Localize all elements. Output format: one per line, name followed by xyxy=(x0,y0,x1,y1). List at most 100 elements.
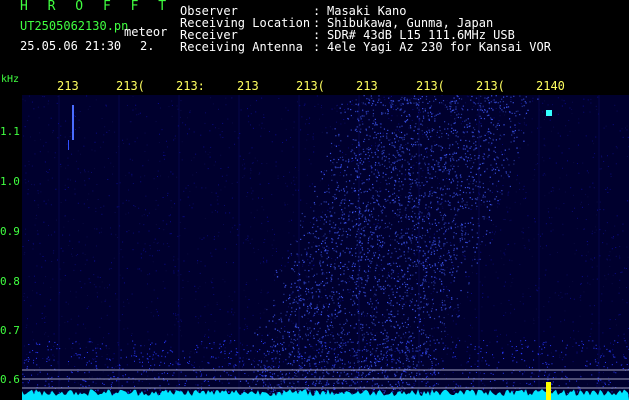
noise-dot xyxy=(566,293,568,295)
signal-dot xyxy=(352,270,354,272)
noise-dot xyxy=(380,356,382,358)
signal-dot xyxy=(383,149,385,152)
signal-dot xyxy=(462,191,465,193)
noise-dot xyxy=(605,125,607,127)
signal-dot xyxy=(460,185,462,187)
noise-dot xyxy=(264,238,266,240)
signal-dot xyxy=(292,291,294,293)
noise-dot xyxy=(195,384,197,386)
antenna-value: 4ele Yagi Az 230 for Kansai VOR xyxy=(327,40,551,54)
signal-dot xyxy=(276,271,278,273)
signal-dot xyxy=(433,100,435,102)
signal-dot xyxy=(303,303,305,305)
signal-dot xyxy=(475,173,477,175)
signal-dot xyxy=(423,156,426,158)
signal-dot xyxy=(410,158,412,161)
signal-dot xyxy=(477,102,479,104)
signal-dot xyxy=(428,129,430,131)
signal-dot xyxy=(426,304,428,306)
noise-dot xyxy=(288,385,290,387)
noise-dot xyxy=(414,354,416,356)
noise-dot xyxy=(503,314,505,316)
signal-dot xyxy=(441,132,443,135)
noise-dot xyxy=(25,182,27,184)
noise-dot xyxy=(22,246,24,248)
noise-dot xyxy=(547,104,549,106)
signal-dot xyxy=(460,225,462,227)
signal-dot xyxy=(443,272,445,274)
noise-dot xyxy=(623,333,625,335)
noise-dot xyxy=(282,361,284,363)
signal-dot xyxy=(273,373,276,375)
noise-dot xyxy=(450,100,452,102)
noise-dot xyxy=(330,317,332,319)
noise-dot xyxy=(237,234,239,236)
noise-dot xyxy=(444,156,446,158)
signal-dot xyxy=(273,304,275,307)
noise-dot xyxy=(373,295,375,297)
signal-dot xyxy=(369,220,371,222)
signal-dot xyxy=(449,145,451,147)
signal-dot xyxy=(291,341,293,344)
noise-dot xyxy=(400,272,402,274)
noise-dot xyxy=(323,172,325,174)
noise-dot xyxy=(307,259,309,261)
signal-dot xyxy=(350,341,352,343)
noise-dot xyxy=(28,115,30,117)
noise-dot xyxy=(196,345,198,347)
noise-dot xyxy=(177,258,179,260)
signal-dot xyxy=(430,136,432,138)
signal-dot xyxy=(300,300,302,302)
noise-dot xyxy=(406,371,408,373)
noise-dot xyxy=(195,291,197,293)
signal-dot xyxy=(523,98,525,100)
noise-dot xyxy=(380,268,382,270)
noise-dot xyxy=(434,238,436,240)
noise-dot xyxy=(432,112,434,114)
noise-dot xyxy=(297,255,299,257)
signal-dot xyxy=(436,339,438,341)
signal-dot xyxy=(402,325,405,327)
noise-dot xyxy=(77,382,79,384)
signal-dot xyxy=(417,98,420,101)
signal-dot xyxy=(473,135,475,138)
noise-dot xyxy=(410,292,412,294)
noise-dot xyxy=(506,206,508,208)
noise-dot xyxy=(406,218,408,220)
signal-dot xyxy=(330,280,332,282)
signal-dot xyxy=(396,174,399,176)
noise-dot xyxy=(299,105,301,107)
signal-dot xyxy=(450,160,452,162)
noise-dot xyxy=(458,310,460,312)
signal-dot xyxy=(427,102,429,104)
signal-dot xyxy=(367,265,370,267)
x-tick-label: 213 xyxy=(237,79,259,93)
noise-dot xyxy=(276,336,278,338)
noise-dot xyxy=(43,282,45,284)
signal-dot xyxy=(433,281,435,283)
signal-dot xyxy=(438,145,440,147)
signal-dot xyxy=(475,181,477,183)
signal-dot xyxy=(323,247,325,249)
noise-dot xyxy=(36,214,38,216)
signal-dot xyxy=(307,291,310,293)
signal-dot xyxy=(327,318,329,321)
signal-dot xyxy=(371,231,374,234)
signal-dot xyxy=(480,174,482,176)
noise-dot xyxy=(609,188,611,190)
signal-dot xyxy=(477,237,479,239)
noise-dot xyxy=(86,236,88,238)
noise-dot xyxy=(478,192,480,194)
noise-dot xyxy=(225,180,227,182)
signal-dot xyxy=(452,144,454,146)
signal-dot xyxy=(486,206,488,208)
noise-dot xyxy=(522,303,524,305)
signal-dot xyxy=(511,130,514,132)
signal-dot xyxy=(448,147,450,149)
noise-dot xyxy=(380,264,382,266)
signal-dot xyxy=(408,331,410,333)
noise-dot xyxy=(626,200,628,202)
signal-dot xyxy=(382,104,384,106)
noise-dot xyxy=(442,291,444,293)
noise-dot xyxy=(165,270,167,272)
